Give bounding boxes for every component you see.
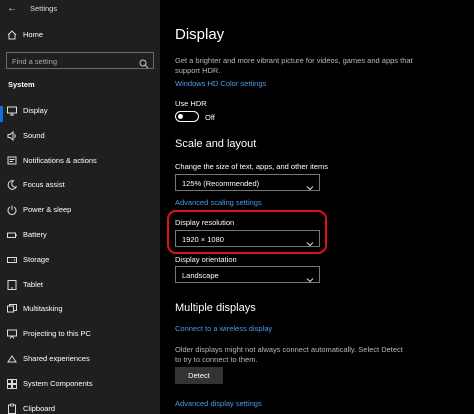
shared-icon (6, 353, 18, 365)
sidebar-nav: Display Sound Notifications & actions Fo… (0, 102, 160, 414)
orientation-label: Display orientation (175, 255, 237, 264)
detect-button[interactable]: Detect (175, 367, 223, 384)
page-title: Display (175, 26, 225, 43)
scale-value: 125% (Recommended) (182, 179, 260, 188)
chevron-down-icon (306, 271, 314, 283)
advanced-display-link[interactable]: Advanced display settings (175, 399, 262, 408)
detect-description: Older displays might not always connect … (175, 345, 403, 364)
sidebar-item-focus-assist[interactable]: Focus assist (0, 176, 160, 201)
sidebar-item-projecting[interactable]: Projecting to this PC (0, 325, 160, 350)
sidebar-item-notifications[interactable]: Notifications & actions (0, 152, 160, 177)
sidebar-item-label: Clipboard (23, 403, 56, 413)
orientation-dropdown[interactable]: Landscape (175, 266, 320, 283)
battery-icon (6, 229, 18, 241)
power-icon (6, 204, 18, 216)
storage-icon (6, 254, 18, 266)
sidebar-item-label: Sound (23, 130, 45, 140)
scale-heading: Scale and layout (175, 138, 257, 150)
sidebar-item-label: Focus assist (23, 180, 65, 190)
advanced-scaling-link[interactable]: Advanced scaling settings (175, 198, 262, 207)
sidebar-section-system: System (8, 80, 35, 89)
sidebar-item-label: Notifications & actions (23, 155, 97, 165)
tablet-icon (6, 279, 18, 291)
resolution-highlight-annotation (167, 210, 327, 254)
sidebar-item-system-components[interactable]: System Components (0, 375, 160, 400)
use-hdr-label: Use HDR (175, 99, 207, 108)
orientation-value: Landscape (182, 271, 219, 280)
sidebar-item-label: Tablet (23, 279, 44, 289)
sidebar-item-tablet[interactable]: Tablet (0, 276, 160, 301)
wireless-display-link[interactable]: Connect to a wireless display (175, 324, 272, 333)
sidebar-item-power-sleep[interactable]: Power & sleep (0, 201, 160, 226)
components-icon (6, 378, 18, 390)
multitasking-icon (6, 303, 18, 315)
sidebar-item-label: Display (23, 106, 48, 115)
scale-dropdown[interactable]: 125% (Recommended) (175, 174, 320, 191)
use-hdr-toggle[interactable] (175, 111, 199, 122)
sidebar-item-battery[interactable]: Battery (0, 226, 160, 251)
sidebar-item-display[interactable]: Display (0, 102, 160, 127)
sidebar-item-multitasking[interactable]: Multitasking (0, 300, 160, 325)
sidebar-item-label: Multitasking (23, 304, 63, 314)
sidebar-item-label: Projecting to this PC (23, 329, 91, 339)
search-placeholder: Find a setting (12, 57, 58, 66)
search-icon[interactable] (139, 56, 149, 69)
use-hdr-state: Off (205, 113, 215, 122)
home-label: Home (23, 30, 44, 39)
chevron-down-icon (306, 179, 314, 191)
back-arrow-icon[interactable]: ← (5, 2, 19, 16)
window-title: Settings (30, 4, 58, 13)
detect-button-label: Detect (188, 371, 210, 380)
multiple-displays-heading: Multiple displays (175, 302, 256, 314)
moon-icon (6, 179, 18, 191)
sidebar-home[interactable]: Home (0, 26, 160, 44)
speaker-icon (6, 130, 18, 142)
notification-icon (6, 155, 18, 167)
sidebar-item-sound[interactable]: Sound (0, 127, 160, 152)
projecting-icon (6, 328, 18, 340)
hd-color-settings-link[interactable]: Windows HD Color settings (175, 79, 266, 88)
clipboard-icon (6, 403, 18, 414)
sidebar-item-label: Storage (23, 254, 50, 264)
main-content: Display Get a brighter and more vibrant … (160, 0, 474, 414)
sidebar-item-label: Power & sleep (23, 205, 72, 215)
scale-label: Change the size of text, apps, and other… (175, 162, 329, 171)
sidebar-item-shared-experiences[interactable]: Shared experiences (0, 350, 160, 375)
toggle-knob (178, 113, 183, 119)
hdr-description: Get a brighter and more vibrant picture … (175, 56, 413, 75)
home-icon (6, 29, 18, 41)
sidebar-item-label: Shared experiences (23, 353, 90, 363)
sidebar-item-label: System Components (23, 378, 93, 388)
sidebar-item-label: Battery (23, 229, 47, 239)
search-input[interactable]: Find a setting (6, 52, 154, 69)
sidebar-item-clipboard[interactable]: Clipboard (0, 400, 160, 414)
sidebar-item-storage[interactable]: Storage (0, 251, 160, 276)
monitor-icon (6, 105, 18, 117)
